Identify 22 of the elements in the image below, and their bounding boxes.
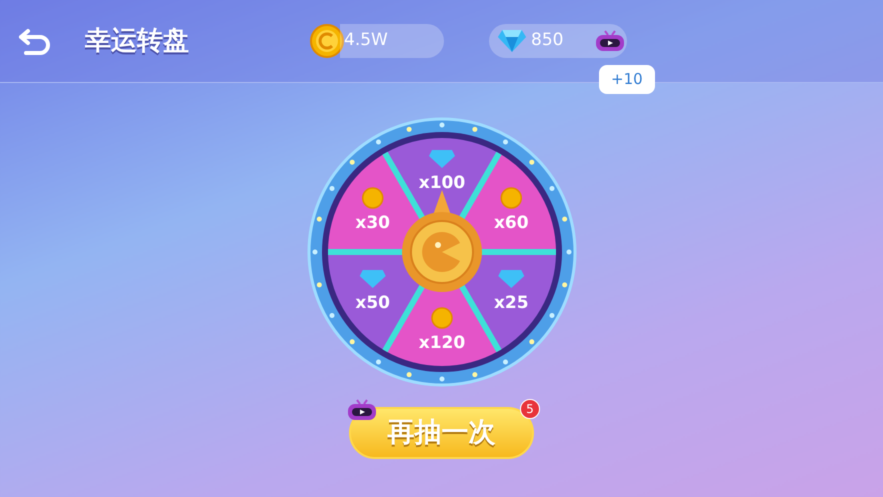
reward-tooltip: +10	[599, 65, 655, 94]
page-title: 幸运转盘	[85, 24, 190, 58]
prize-label: x25	[493, 293, 528, 313]
diamond-icon	[428, 150, 454, 168]
prize-label: x50	[354, 293, 390, 313]
diamond-balance: 850	[531, 29, 564, 52]
spin-pointer[interactable]	[402, 190, 482, 292]
count-badge: 5	[520, 399, 540, 419]
prize-label: x100	[418, 173, 465, 193]
coin-icon	[430, 307, 452, 329]
video-icon[interactable]	[595, 30, 625, 52]
prize-label: x120	[418, 333, 465, 353]
back-icon[interactable]	[18, 27, 52, 55]
prize-wheel[interactable]: x100 x30 x60 x50 x25 x120	[306, 117, 576, 387]
coin-balance: 4.5W	[340, 24, 444, 58]
prize-label: x30	[354, 213, 390, 233]
diamond-icon	[497, 29, 527, 53]
diamond-icon	[498, 270, 524, 288]
coin-icon	[310, 24, 344, 58]
prize-label: x60	[493, 213, 528, 233]
diamond-icon	[359, 270, 386, 288]
video-icon[interactable]	[347, 399, 377, 421]
